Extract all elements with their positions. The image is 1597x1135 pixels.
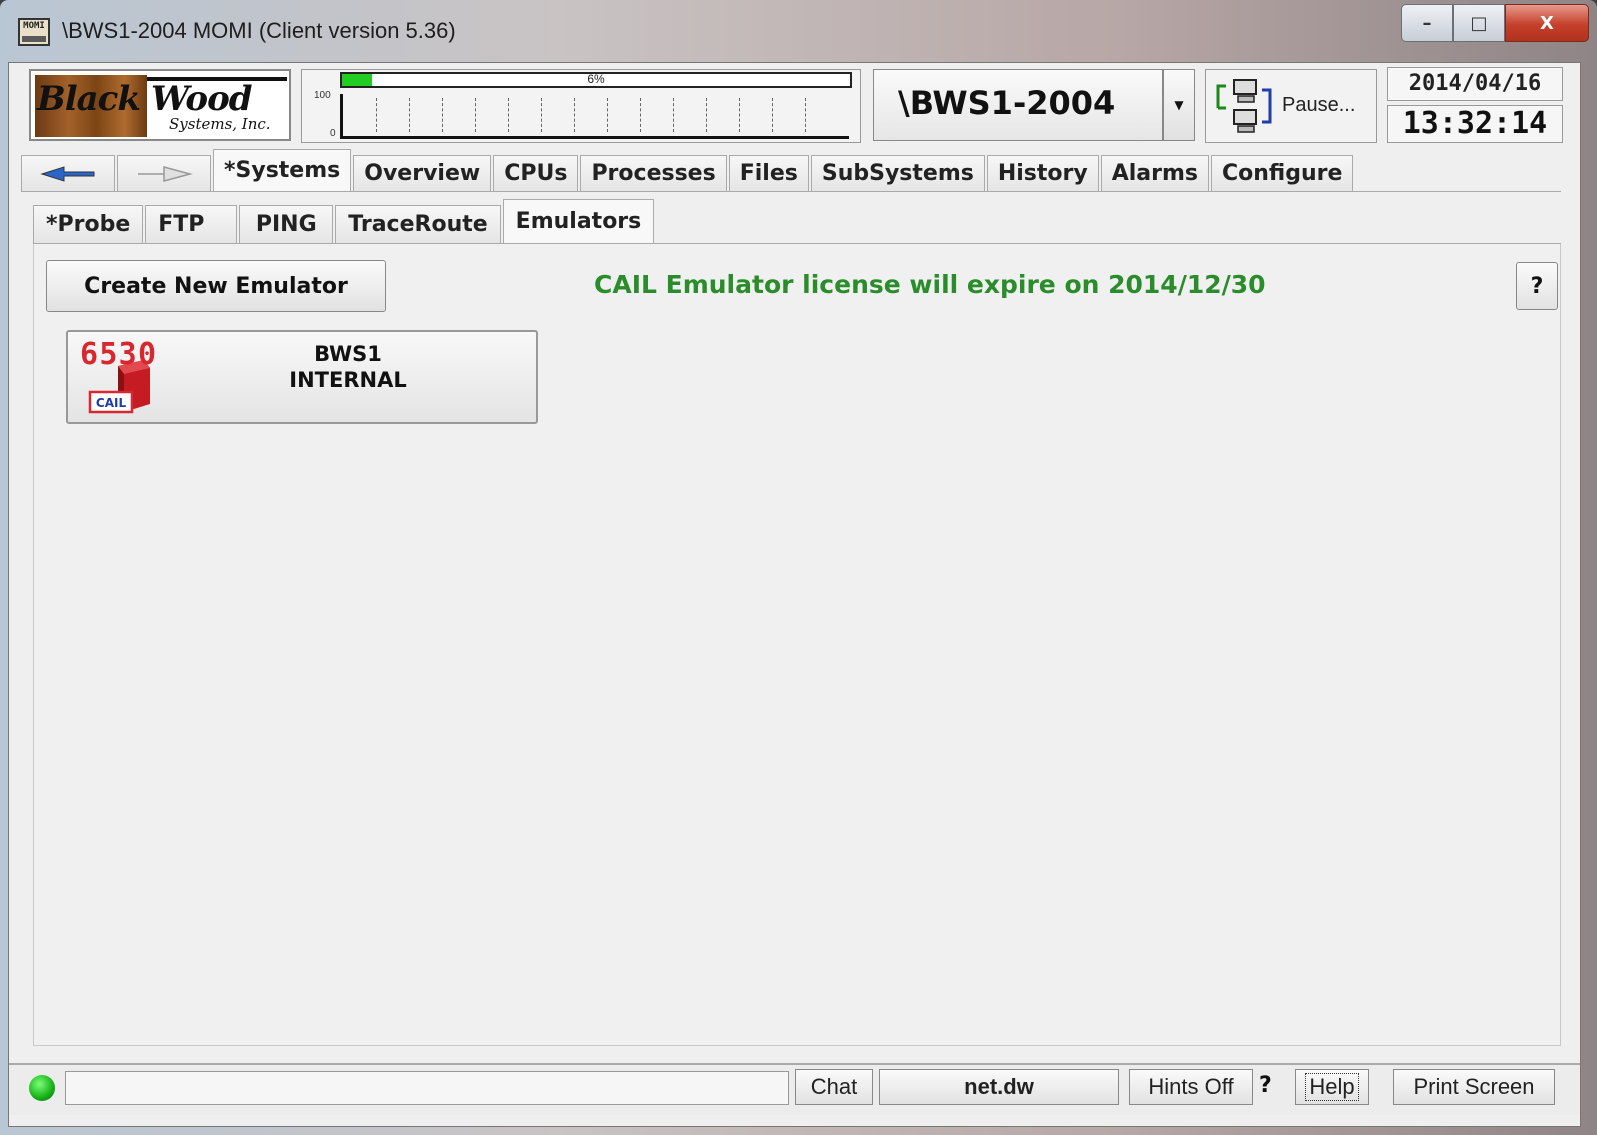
panel-help-button[interactable]: ?	[1516, 262, 1558, 310]
graph-y-max: 100	[314, 90, 331, 101]
help-button[interactable]: Help	[1295, 1069, 1369, 1105]
status-message-field	[65, 1071, 789, 1105]
window-controls: – □ X	[1401, 4, 1589, 42]
graph-y-min: 0	[330, 128, 336, 139]
close-icon: X	[1540, 12, 1554, 34]
hints-toggle-button[interactable]: Hints Off	[1129, 1069, 1253, 1105]
arrow-left-icon	[40, 165, 95, 182]
graph-gridline	[409, 98, 410, 132]
create-new-emulator-button[interactable]: Create New Emulator	[46, 260, 386, 312]
tab-configure[interactable]: Configure	[1211, 155, 1354, 191]
status-bar: Chat net.dw Hints Off ? Help Print Scree…	[9, 1063, 1580, 1115]
emulator-card[interactable]: 6530 CAIL BWS1 INTERNAL	[66, 330, 538, 424]
logo-word-wood: Wood	[151, 79, 253, 119]
subtab-ftp[interactable]: FTP	[145, 205, 238, 243]
date-display: 2014/04/16	[1387, 67, 1563, 101]
tab-processes[interactable]: Processes	[580, 155, 727, 191]
pause-label: Pause...	[1282, 94, 1356, 116]
cpu-busy-label: 6%	[587, 72, 605, 86]
emulator-type-label: INTERNAL	[289, 368, 407, 392]
chevron-down-icon: ▼	[1174, 98, 1184, 112]
system-dropdown-button[interactable]: ▼	[1163, 69, 1195, 141]
subtab-emulators[interactable]: Emulators	[502, 199, 655, 243]
emulator-model-text: 6530	[80, 338, 156, 372]
tab-cpus[interactable]: CPUs	[493, 155, 579, 191]
title-bar[interactable]: MOMI \BWS1-2004 MOMI (Client version 5.3…	[0, 0, 1597, 62]
cail-6530-icon: 6530 CAIL	[80, 338, 156, 414]
close-button[interactable]: X	[1505, 4, 1589, 42]
graph-gridline	[805, 98, 806, 132]
subtab-traceroute[interactable]: TraceRoute	[335, 205, 501, 243]
tab-subsystems[interactable]: SubSystems	[810, 155, 985, 191]
cpu-busy-bar: 6%	[340, 72, 852, 88]
emulator-brand-text: CAIL	[96, 396, 127, 410]
graph-gridline	[574, 98, 575, 132]
tab-overview[interactable]: Overview	[353, 155, 492, 191]
client-area: Black Wood Systems, Inc. 6% 100 0 \BWS1-…	[8, 62, 1581, 1127]
graph-gridline	[640, 98, 641, 132]
pause-button[interactable]: Pause...	[1205, 69, 1377, 143]
tab-history[interactable]: History	[986, 155, 1099, 191]
maximize-icon: □	[1470, 12, 1488, 34]
help-button-label: Help	[1305, 1073, 1359, 1101]
arrow-right-icon	[138, 165, 193, 182]
momi-app-icon[interactable]: MOMI	[18, 18, 50, 46]
time-display: 13:32:14	[1387, 105, 1563, 143]
subtab-ping[interactable]: PING	[239, 205, 334, 243]
graph-gridline	[508, 98, 509, 132]
network-computers-icon	[1216, 79, 1272, 133]
subtab-probe[interactable]: *Probe	[33, 205, 144, 243]
back-nav-button[interactable]	[21, 155, 115, 191]
minimize-button[interactable]: –	[1401, 4, 1453, 42]
graph-gridline	[772, 98, 773, 132]
maximize-button[interactable]: □	[1453, 4, 1505, 42]
graph-gridline	[442, 98, 443, 132]
minimize-icon: –	[1422, 12, 1432, 34]
hint-question-icon[interactable]: ?	[1259, 1073, 1272, 1098]
window-title: \BWS1-2004 MOMI (Client version 5.36)	[62, 18, 456, 43]
cpu-busy-graph[interactable]: 6% 100 0	[301, 69, 861, 143]
app-window: MOMI \BWS1-2004 MOMI (Client version 5.3…	[0, 0, 1597, 1135]
license-expiry-message: CAIL Emulator license will expire on 201…	[594, 270, 1266, 299]
system-name: \BWS1-2004	[898, 84, 1116, 122]
tab-systems[interactable]: *Systems	[213, 149, 352, 191]
net-file-button[interactable]: net.dw	[879, 1069, 1119, 1105]
print-screen-button[interactable]: Print Screen	[1393, 1069, 1555, 1105]
graph-gridline	[607, 98, 608, 132]
app-icon-text: MOMI	[23, 21, 45, 31]
logo-word-black: Black	[37, 79, 141, 119]
connection-status-led-icon	[29, 1075, 55, 1101]
logo-subtitle: Systems, Inc.	[169, 115, 271, 133]
graph-gridline	[376, 98, 377, 132]
graph-gridline	[475, 98, 476, 132]
sub-tab-bar: *Probe FTP PING TraceRoute Emulators	[33, 197, 656, 243]
chat-button[interactable]: Chat	[795, 1069, 873, 1105]
main-tab-bar: *Systems Overview CPUs Processes Files S…	[21, 149, 1355, 191]
graph-gridline	[673, 98, 674, 132]
forward-nav-button[interactable]	[117, 155, 211, 191]
graph-plot-area	[340, 94, 849, 139]
graph-gridline	[739, 98, 740, 132]
emulators-panel: Create New Emulator CAIL Emulator licens…	[33, 244, 1561, 1046]
graph-gridline	[541, 98, 542, 132]
tab-alarms[interactable]: Alarms	[1100, 155, 1209, 191]
graph-gridline	[706, 98, 707, 132]
tab-files[interactable]: Files	[728, 155, 809, 191]
emulator-system-label: BWS1	[314, 342, 382, 366]
tab-divider	[21, 191, 1561, 192]
system-selector[interactable]: \BWS1-2004	[873, 69, 1163, 141]
blackwood-logo: Black Wood Systems, Inc.	[29, 69, 291, 141]
